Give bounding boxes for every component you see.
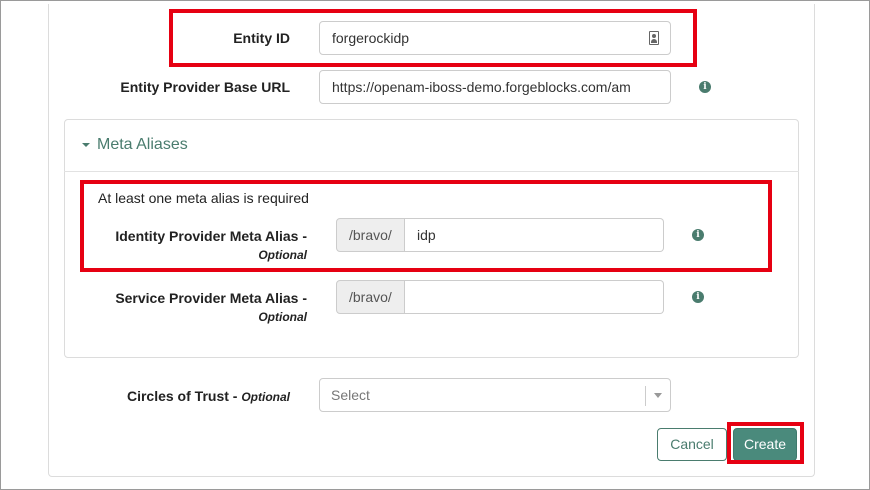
sp-meta-alias-label: Service Provider Meta Alias - [115,290,307,306]
meta-aliases-toggle[interactable]: Meta Aliases [97,136,188,154]
meta-alias-hint: At least one meta alias is required [98,190,309,206]
caret-down-icon[interactable] [82,143,90,147]
idp-meta-alias-input[interactable]: idp [405,218,664,252]
circles-of-trust-label: Circles of Trust - Optional [100,388,290,404]
cancel-button[interactable]: Cancel [657,428,727,461]
idp-meta-alias-label: Identity Provider Meta Alias - [115,228,307,244]
sp-meta-alias-optional: Optional [258,310,307,324]
meta-aliases-divider [64,171,799,172]
idp-meta-alias-prefix: /bravo/ [336,218,405,252]
select-placeholder: Select [331,387,370,403]
id-card-icon [649,31,659,45]
circles-of-trust-optional: Optional [241,390,290,404]
info-icon[interactable]: i [699,81,711,93]
entity-id-label: Entity ID [233,30,290,46]
entity-id-input[interactable]: forgerockidp [319,21,671,55]
select-separator [645,386,646,406]
chevron-down-icon[interactable] [654,393,662,398]
sp-meta-alias-prefix: /bravo/ [336,280,405,314]
entity-base-url-input[interactable]: https://openam-iboss-demo.forgeblocks.co… [319,70,671,104]
sp-meta-alias-input[interactable] [405,280,664,314]
idp-meta-alias-optional: Optional [258,248,307,262]
create-button[interactable]: Create [733,428,797,461]
circles-of-trust-select[interactable]: Select [319,378,671,412]
entity-base-url-label: Entity Provider Base URL [120,79,290,95]
circles-of-trust-label-text: Circles of Trust - [126,388,238,404]
info-icon[interactable]: i [692,291,704,303]
info-icon[interactable]: i [692,229,704,241]
